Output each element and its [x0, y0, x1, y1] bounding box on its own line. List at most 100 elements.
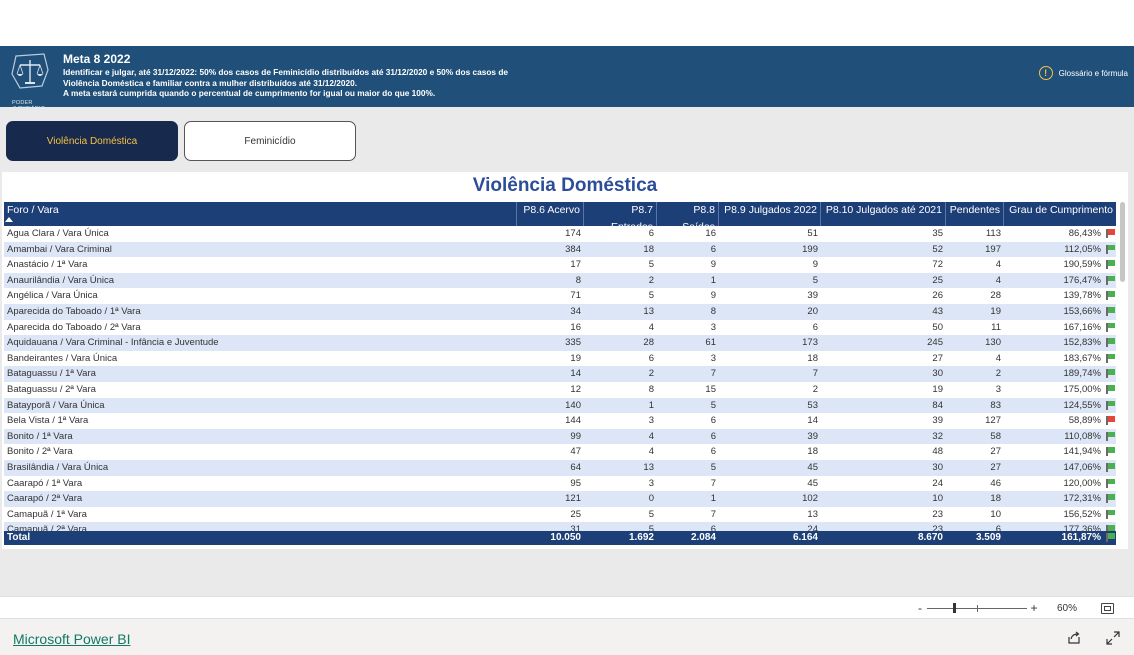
cell-pendentes: 4 — [995, 259, 1001, 271]
share-icon[interactable] — [1067, 631, 1081, 645]
column-header-foro-vara[interactable]: Foro / Vara — [4, 202, 517, 226]
column-header-julgados-2022[interactable]: P8.9 Julgados 2022 — [719, 202, 821, 226]
cell-foro-vara: Agua Clara / Vara Única — [7, 228, 109, 239]
cell-pendentes: 197 — [985, 243, 1001, 255]
table-row[interactable]: Caarapó / 2ª Vara 121 0 1 102 10 18 172,31% — [4, 491, 1116, 507]
cell-entrados: 1 — [648, 399, 654, 411]
table-row[interactable]: Camapuã / 2ª Vara 31 5 6 24 23 6 177,36% — [4, 522, 1116, 531]
cell-grau: 141,94% — [1063, 446, 1101, 458]
goal-description: Identificar e julgar, até 31/12/2022: 50… — [63, 67, 553, 99]
table-row[interactable]: Agua Clara / Vara Única 174 6 16 51 35 113 86,4… — [4, 226, 1116, 242]
cell-julgados-ate-2021: 84 — [932, 399, 943, 411]
cell-grau: 177,36% — [1063, 524, 1101, 531]
table-row[interactable]: Caarapó / 1ª Vara 95 3 7 45 24 46 120,00% — [4, 476, 1116, 492]
table-row[interactable]: Aquidauana / Vara Criminal - Infância e … — [4, 335, 1116, 351]
description-line: A meta estará cumprida quando o percentu… — [63, 88, 436, 98]
table-row[interactable]: Brasilândia / Vara Única 64 13 5 45 30 27 147,0… — [4, 460, 1116, 476]
tribunal-logo: PODER JUDICIÁRIO — [8, 52, 60, 112]
total-julgados-ate-2021: 8.670 — [917, 532, 943, 543]
table-row[interactable]: Bataguassu / 2ª Vara 12 8 15 2 19 3 175,00% — [4, 382, 1116, 398]
cell-grau: 190,59% — [1063, 259, 1101, 271]
cell-entrados: 8 — [648, 384, 654, 395]
total-pendentes: 3.509 — [975, 532, 1001, 543]
top-blank-area — [0, 0, 1134, 46]
tab-violencia-domestica[interactable]: Violência Doméstica — [6, 121, 178, 161]
tab-feminicidio[interactable]: Feminicídio — [184, 121, 356, 161]
flag-icon — [1106, 400, 1115, 410]
cell-entrados: 4 — [648, 446, 654, 458]
table-row[interactable]: Batayporã / Vara Única 140 1 5 53 84 83 124,55% — [4, 397, 1116, 414]
flag-icon — [1106, 338, 1115, 348]
cell-julgados-2022: 13 — [807, 508, 818, 520]
cell-foro-vara: Anaurilândia / Vara Única — [7, 274, 115, 286]
table-row[interactable]: Camapuã / 1ª Vara 25 5 7 13 23 10 156,52% — [4, 507, 1116, 523]
cell-saidos: 16 — [705, 228, 716, 239]
flag-icon — [1106, 385, 1115, 394]
cell-julgados-2022: 6 — [812, 321, 818, 333]
column-header-entrados[interactable]: P8.7 Entrados — [584, 202, 657, 233]
cell-julgados-ate-2021: 23 — [932, 508, 943, 520]
table-row[interactable]: Anaurilândia / Vara Única 8 2 1 5 25 4 176,47% — [4, 272, 1116, 289]
table-row[interactable]: Bonito / 2ª Vara 47 4 6 18 48 27 141,94% — [4, 444, 1116, 460]
cell-pendentes: 58 — [990, 430, 1001, 442]
cell-acervo: 17 — [570, 259, 581, 271]
glossary-button[interactable]: ! Glossário e fórmula — [1038, 66, 1128, 80]
flag-icon — [1106, 275, 1115, 285]
cell-pendentes: 4 — [995, 352, 1001, 364]
table-row[interactable]: Anastácio / 1ª Vara 17 5 9 9 72 4 190,59% — [4, 257, 1116, 273]
column-header-acervo[interactable]: P8.6 Acervo — [517, 202, 584, 226]
zoom-in-button[interactable]: + — [1029, 601, 1039, 615]
cell-saidos: 5 — [710, 462, 716, 473]
flag-icon — [1106, 494, 1115, 504]
cell-entrados: 4 — [648, 430, 654, 442]
zoom-slider[interactable] — [927, 602, 1027, 614]
table-row[interactable]: Bela Vista / 1ª Vara 144 3 6 14 39 127 58,89% — [4, 413, 1116, 429]
cell-julgados-ate-2021: 48 — [932, 446, 943, 458]
column-header-julgados-ate-2021[interactable]: P8.10 Julgados até 2021 — [821, 202, 946, 226]
power-bi-link[interactable]: Microsoft Power BI — [13, 631, 130, 647]
cell-pendentes: 83 — [990, 399, 1001, 411]
justice-scale-icon — [11, 53, 49, 89]
column-header-grau[interactable]: Grau de Cumprimento — [1004, 202, 1116, 226]
flag-icon — [1106, 478, 1115, 488]
cell-julgados-2022: 51 — [807, 228, 818, 239]
cell-foro-vara: Batayporã / Vara Única — [7, 399, 105, 411]
column-header-saidos[interactable]: P8.8 Saídos — [657, 202, 719, 233]
table-row[interactable]: Aparecida do Taboado / 2ª Vara 16 4 3 6 50 11 1… — [4, 320, 1116, 336]
zoom-slider-thumb[interactable] — [953, 603, 956, 613]
cell-julgados-ate-2021: 43 — [932, 306, 943, 317]
column-header-pendentes[interactable]: Pendentes — [946, 202, 1004, 226]
cell-acervo: 99 — [570, 430, 581, 442]
cell-julgados-2022: 53 — [807, 399, 818, 411]
table-row[interactable]: Bonito / 1ª Vara 99 4 6 39 32 58 110,08% — [4, 428, 1116, 445]
cell-saidos: 7 — [710, 368, 716, 380]
cell-saidos: 6 — [710, 524, 716, 531]
table-header: Foro / Vara P8.6 Acervo P8.7 Entrados P8… — [4, 202, 1116, 233]
table-row[interactable]: Bataguassu / 1ª Vara 14 2 7 7 30 2 189,74% — [4, 366, 1116, 382]
cell-pendentes: 10 — [990, 508, 1001, 520]
table-visual: Violência Doméstica Foro / Vara P8.6 Ace… — [2, 172, 1128, 549]
flag-icon — [1106, 416, 1115, 426]
cell-grau: 86,43% — [1068, 228, 1101, 239]
flag-icon — [1106, 447, 1115, 457]
fit-to-page-icon[interactable] — [1101, 602, 1114, 614]
cell-foro-vara: Aquidauana / Vara Criminal - Infância e … — [7, 337, 219, 349]
cell-pendentes: 46 — [990, 477, 1001, 489]
table-row[interactable]: Bandeirantes / Vara Única 19 6 3 18 27 4 183,67… — [4, 351, 1116, 367]
zoom-out-button[interactable]: - — [915, 601, 925, 615]
cell-acervo: 95 — [570, 477, 581, 489]
total-julgados-2022: 6.164 — [792, 532, 818, 543]
table-row[interactable]: Angélica / Vara Única 71 5 9 39 26 28 139,78% — [4, 288, 1116, 304]
fullscreen-icon[interactable] — [1106, 631, 1120, 645]
cell-entrados: 4 — [648, 321, 654, 333]
table-scrollbar[interactable] — [1120, 202, 1125, 282]
cell-entrados: 5 — [648, 508, 654, 520]
table-row[interactable]: Aparecida do Taboado / 1ª Vara 34 13 8 20 43 1… — [4, 304, 1116, 320]
cell-grau: 183,67% — [1063, 352, 1101, 364]
cell-entrados: 2 — [648, 368, 654, 380]
zoom-level: 60% — [1057, 602, 1078, 614]
cell-julgados-2022: 24 — [807, 524, 818, 531]
cell-saidos: 3 — [710, 352, 716, 364]
table-row[interactable]: Amambai / Vara Criminal 384 18 6 199 52 197 112… — [4, 241, 1116, 258]
cell-saidos: 5 — [710, 399, 716, 411]
